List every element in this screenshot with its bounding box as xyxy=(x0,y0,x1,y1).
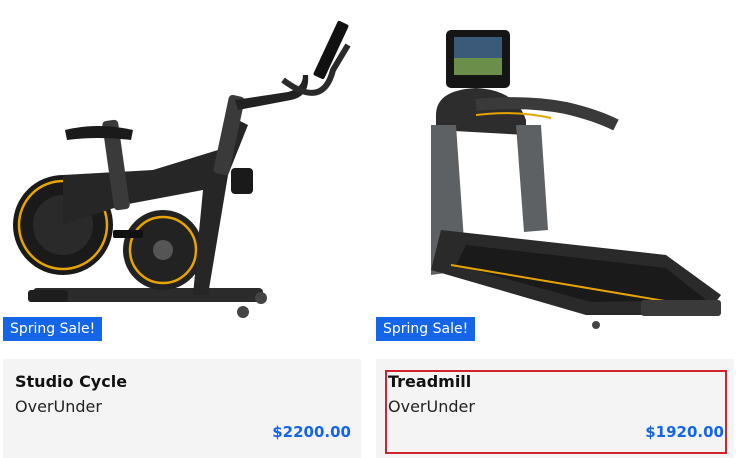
product-brand: OverUnder xyxy=(388,397,475,416)
product-price: $2200.00 xyxy=(272,423,351,441)
sale-badge: Spring Sale! xyxy=(3,317,103,341)
exercise-bike-icon xyxy=(13,20,351,318)
product-price: $1920.00 xyxy=(645,423,724,441)
product-image-studio-cycle[interactable]: Spring Sale! xyxy=(3,0,361,345)
product-brand: OverUnder xyxy=(15,397,102,416)
product-card-studio-cycle[interactable]: Spring Sale! Studio Cycle OverUnder $220… xyxy=(3,0,361,458)
product-title[interactable]: Studio Cycle xyxy=(15,372,127,391)
product-info: Studio Cycle OverUnder $2200.00 xyxy=(3,359,361,458)
sale-badge: Spring Sale! xyxy=(376,317,476,341)
treadmill-icon xyxy=(431,30,721,329)
product-card-treadmill[interactable]: Spring Sale! Treadmill OverUnder $1920.0… xyxy=(376,0,734,458)
product-image-treadmill[interactable]: Spring Sale! xyxy=(376,0,734,345)
product-title[interactable]: Treadmill xyxy=(388,372,471,391)
product-info: Treadmill OverUnder $1920.00 xyxy=(376,359,734,458)
product-grid: Spring Sale! Studio Cycle OverUnder $220… xyxy=(0,0,736,458)
